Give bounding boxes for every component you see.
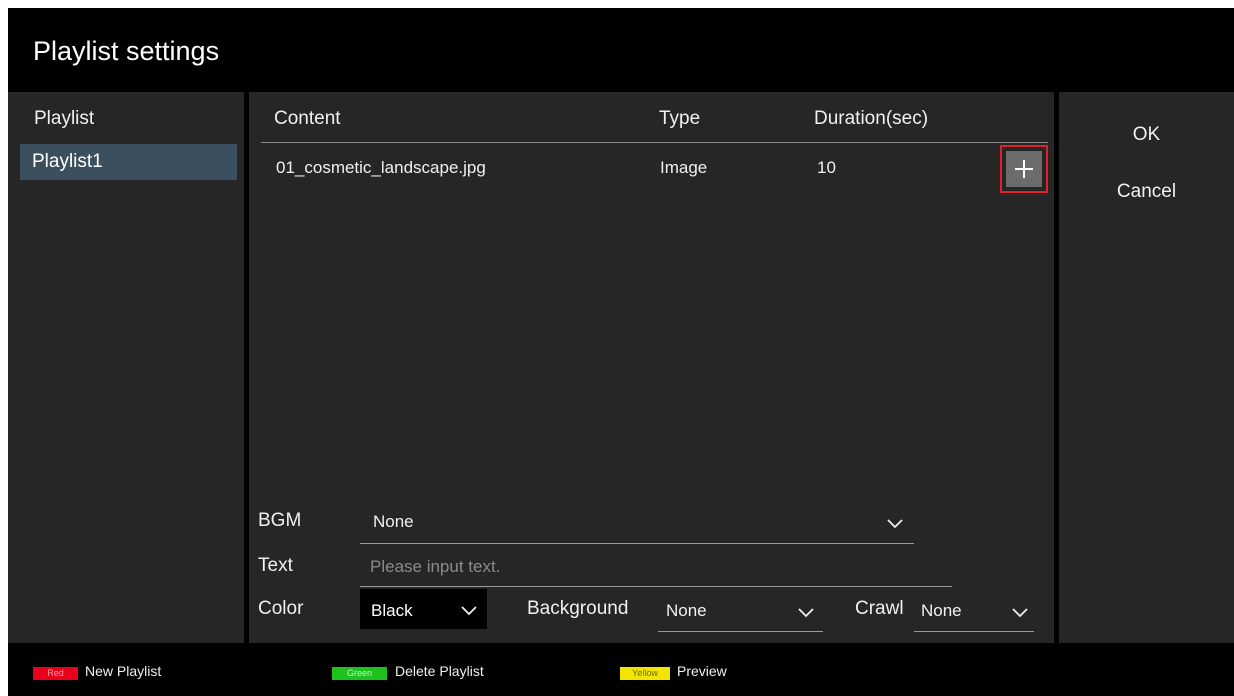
- color-select-value: Black: [371, 601, 413, 620]
- bgm-select-underline: [360, 543, 914, 544]
- ok-button[interactable]: OK: [1059, 124, 1234, 146]
- preview-action[interactable]: Preview: [677, 663, 727, 679]
- action-panel: OK Cancel: [1059, 92, 1234, 643]
- row-content-name[interactable]: 01_cosmetic_landscape.jpg: [276, 158, 486, 178]
- text-input-underline: [360, 586, 952, 587]
- background-label: Background: [527, 598, 629, 619]
- playlist-item-label: Playlist1: [32, 151, 103, 172]
- crawl-select-underline: [914, 631, 1034, 632]
- background-select-underline: [658, 631, 823, 632]
- new-playlist-action[interactable]: New Playlist: [85, 663, 161, 679]
- bgm-label: BGM: [258, 510, 302, 531]
- row-content-duration[interactable]: 10: [817, 158, 836, 178]
- playlist-header: Playlist: [34, 108, 95, 129]
- column-header-type: Type: [659, 108, 701, 129]
- text-label: Text: [258, 555, 293, 576]
- column-header-duration: Duration(sec): [814, 108, 929, 129]
- bgm-select-value[interactable]: None: [373, 512, 414, 532]
- background-select-value[interactable]: None: [666, 601, 707, 621]
- crawl-label: Crawl: [855, 598, 904, 619]
- playlist-settings-window: Playlist settings Playlist Playlist1 Con…: [8, 8, 1234, 696]
- content-panel: Content Type Duration(sec) 01_cosmetic_l…: [249, 92, 1054, 643]
- green-key-badge: Green: [332, 667, 387, 680]
- color-label: Color: [258, 598, 304, 619]
- yellow-key-badge: Yellow: [620, 667, 670, 680]
- chevron-down-icon[interactable]: [798, 608, 814, 618]
- chevron-down-icon: [461, 606, 477, 616]
- plus-icon: [1006, 151, 1042, 187]
- playlist-item-playlist1[interactable]: Playlist1: [20, 144, 237, 180]
- delete-playlist-action[interactable]: Delete Playlist: [395, 663, 484, 679]
- color-key-legend: Red New Playlist Green Delete Playlist Y…: [8, 643, 1234, 696]
- title-bar: Playlist settings: [8, 8, 1234, 92]
- window-title: Playlist settings: [33, 36, 220, 66]
- red-key-badge: Red: [33, 667, 78, 680]
- column-header-content: Content: [274, 108, 341, 129]
- playlist-panel: Playlist Playlist1: [8, 92, 244, 643]
- crawl-select-value[interactable]: None: [921, 601, 962, 621]
- row-content-type: Image: [660, 158, 708, 177]
- chevron-down-icon[interactable]: [887, 519, 903, 529]
- header-divider: [261, 142, 1048, 143]
- color-select[interactable]: Black: [360, 589, 487, 629]
- chevron-down-icon[interactable]: [1012, 608, 1028, 618]
- text-input[interactable]: Please input text.: [370, 557, 500, 577]
- add-content-button[interactable]: [1000, 145, 1048, 193]
- cancel-button[interactable]: Cancel: [1059, 181, 1234, 203]
